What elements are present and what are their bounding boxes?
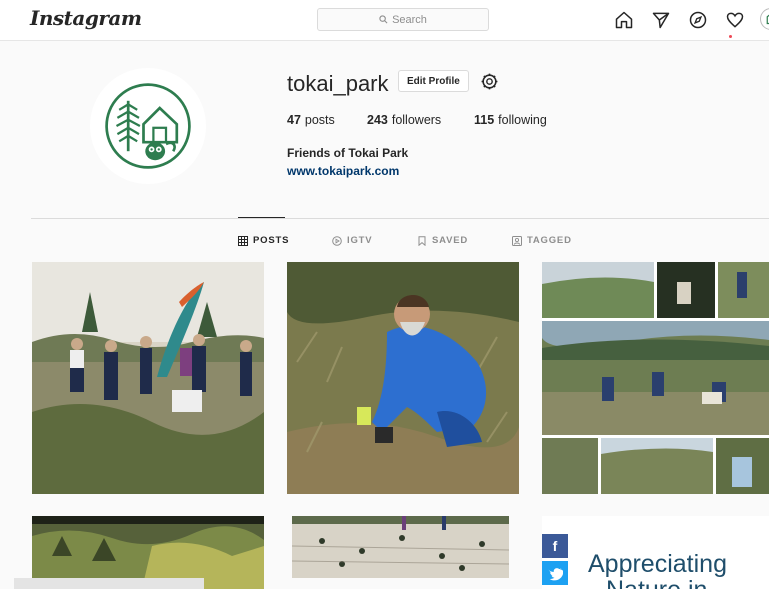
browser-status-bar (14, 578, 204, 589)
search-icon (379, 15, 388, 24)
tab-saved[interactable]: SAVED (417, 235, 468, 246)
home-icon[interactable] (612, 8, 636, 32)
instagram-logo[interactable]: Instagram (30, 6, 142, 30)
followers-count: 243 (367, 113, 388, 127)
twitter-icon (542, 561, 568, 585)
post-graphic-text-line2: Nature in (606, 578, 707, 589)
top-nav-bar: Instagram Search (0, 0, 769, 41)
tab-igtv[interactable]: IGTV (332, 235, 372, 246)
explore-icon[interactable] (686, 8, 710, 32)
direct-icon[interactable] (649, 8, 673, 32)
tab-posts-label: POSTS (253, 235, 290, 246)
post-thumbnail[interactable] (542, 262, 769, 494)
search-input[interactable]: Search (317, 8, 489, 31)
tab-posts[interactable]: POSTS (238, 235, 289, 246)
post-thumbnail[interactable] (287, 262, 519, 494)
bookmark-icon (418, 235, 426, 246)
profile-avatar-icon[interactable] (760, 8, 769, 30)
activity-heart-icon[interactable] (723, 8, 747, 32)
grid-icon (238, 235, 248, 246)
facebook-icon: f (542, 534, 568, 558)
tokai-park-logo-icon (105, 83, 191, 169)
posts-count: 47 (287, 113, 301, 127)
followers-stat[interactable]: 243 followers (367, 113, 474, 127)
post-image-volunteers (32, 262, 264, 494)
profile-full-name: Friends of Tokai Park (287, 146, 409, 160)
edit-profile-button[interactable]: Edit Profile (398, 70, 469, 92)
post-image-planter (287, 262, 519, 494)
post-thumbnail[interactable] (292, 516, 509, 578)
tagged-icon (512, 235, 522, 246)
tab-saved-label: SAVED (432, 235, 469, 246)
tab-tagged-label: TAGGED (527, 235, 572, 246)
followers-label: followers (391, 113, 442, 127)
profile-website-link[interactable]: www.tokaipark.com (287, 164, 399, 178)
notification-dot (729, 35, 732, 38)
igtv-icon (332, 235, 342, 246)
posts-label: posts (304, 113, 335, 127)
following-count: 115 (474, 113, 495, 127)
settings-gear-icon[interactable] (478, 70, 500, 92)
tab-tagged[interactable]: TAGGED (512, 235, 572, 246)
profile-stats: 47 posts 243 followers 115 following (287, 113, 547, 127)
tabs-divider (31, 218, 769, 219)
post-thumbnail[interactable] (32, 262, 264, 494)
nav-icons (612, 8, 769, 32)
post-image-sandy-ground (292, 516, 509, 578)
following-label: following (498, 113, 547, 127)
posts-stat: 47 posts (287, 113, 367, 127)
post-image-collage (542, 262, 769, 494)
profile-username: tokai_park (287, 71, 389, 96)
profile-avatar[interactable] (90, 68, 206, 184)
search-placeholder: Search (392, 13, 427, 26)
following-stat[interactable]: 115 following (474, 113, 547, 127)
active-tab-indicator (238, 217, 285, 218)
tab-igtv-label: IGTV (347, 235, 373, 246)
post-graphic-text-line1: Appreciating (588, 550, 727, 578)
